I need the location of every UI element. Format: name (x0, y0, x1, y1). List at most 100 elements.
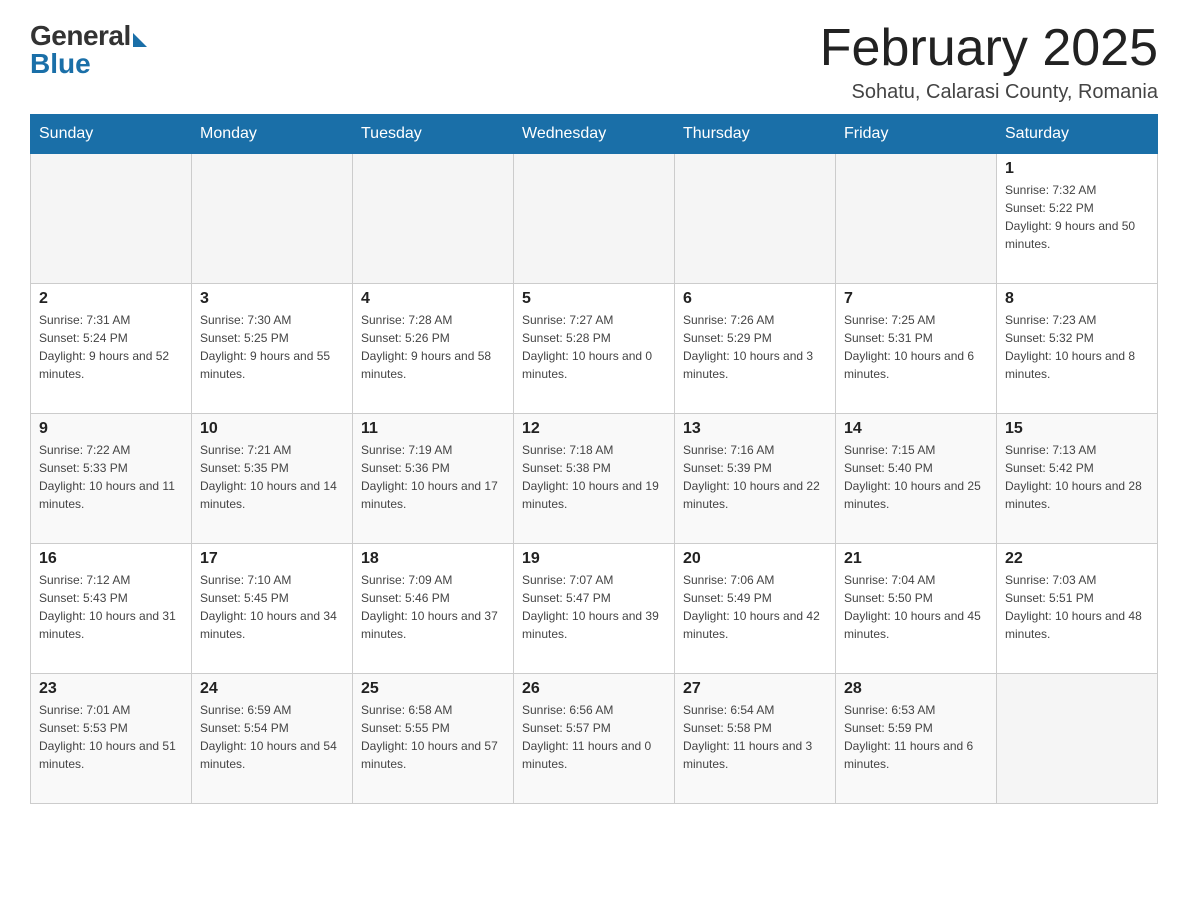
day-info: Sunrise: 7:18 AM Sunset: 5:38 PM Dayligh… (522, 441, 666, 513)
title-block: February 2025 Sohatu, Calarasi County, R… (820, 20, 1158, 104)
day-number: 1 (1005, 160, 1149, 178)
calendar-cell: 4Sunrise: 7:28 AM Sunset: 5:26 PM Daylig… (353, 284, 514, 414)
day-number: 27 (683, 680, 827, 698)
day-number: 7 (844, 290, 988, 308)
calendar-cell: 5 Sunrise: 7:27 AM Sunset: 5:28 PM Daylig… (514, 284, 675, 414)
calendar-cell (353, 154, 514, 284)
day-info: Sunrise: 7:07 AM Sunset: 5:47 PM Dayligh… (522, 571, 666, 643)
month-title: February 2025 (820, 20, 1158, 77)
calendar-header: SundayMondayTuesdayWednesdayThursdayFrid… (31, 115, 1158, 154)
day-info: Sunrise: 7:19 AM Sunset: 5:36 PM Dayligh… (361, 441, 505, 513)
day-info: Sunrise: 6:59 AM Sunset: 5:54 PM Dayligh… (200, 701, 344, 773)
weekday-header-saturday: Saturday (997, 115, 1158, 154)
calendar-cell: 19 Sunrise: 7:07 AM Sunset: 5:47 PM Dayli… (514, 544, 675, 674)
day-info: Sunrise: 7:21 AM Sunset: 5:35 PM Dayligh… (200, 441, 344, 513)
logo: General Blue (30, 20, 147, 80)
calendar-cell: 13 Sunrise: 7:16 AM Sunset: 5:39 PM Dayli… (675, 414, 836, 544)
calendar-cell: 16 Sunrise: 7:12 AM Sunset: 5:43 PM Dayli… (31, 544, 192, 674)
calendar-cell (192, 154, 353, 284)
location-title: Sohatu, Calarasi County, Romania (820, 81, 1158, 104)
day-number: 23 (39, 680, 183, 698)
day-number: 3 (200, 290, 344, 308)
day-number: 2 (39, 290, 183, 308)
day-number: 15 (1005, 420, 1149, 438)
calendar-week-5: 23 Sunrise: 7:01 AM Sunset: 5:53 PM Dayli… (31, 674, 1158, 804)
calendar-week-3: 9 Sunrise: 7:22 AM Sunset: 5:33 PM Daylig… (31, 414, 1158, 544)
calendar-cell (31, 154, 192, 284)
calendar-cell: 9 Sunrise: 7:22 AM Sunset: 5:33 PM Daylig… (31, 414, 192, 544)
day-number: 24 (200, 680, 344, 698)
calendar-cell: 2 Sunrise: 7:31 AM Sunset: 5:24 PM Daylig… (31, 284, 192, 414)
day-info: Sunrise: 7:26 AM Sunset: 5:29 PM Dayligh… (683, 311, 827, 383)
day-number: 6 (683, 290, 827, 308)
weekday-header-thursday: Thursday (675, 115, 836, 154)
day-info: Sunrise: 7:23 AM Sunset: 5:32 PM Dayligh… (1005, 311, 1149, 383)
calendar-cell: 11 Sunrise: 7:19 AM Sunset: 5:36 PM Dayli… (353, 414, 514, 544)
day-info: Sunrise: 7:06 AM Sunset: 5:49 PM Dayligh… (683, 571, 827, 643)
day-info: Sunrise: 7:03 AM Sunset: 5:51 PM Dayligh… (1005, 571, 1149, 643)
day-number: 4 (361, 290, 505, 308)
weekday-header-tuesday: Tuesday (353, 115, 514, 154)
calendar-table: SundayMondayTuesdayWednesdayThursdayFrid… (30, 114, 1158, 804)
calendar-cell: 21 Sunrise: 7:04 AM Sunset: 5:50 PM Dayli… (836, 544, 997, 674)
day-number: 18 (361, 550, 505, 568)
day-number: 20 (683, 550, 827, 568)
calendar-cell (514, 154, 675, 284)
day-info: Sunrise: 7:01 AM Sunset: 5:53 PM Dayligh… (39, 701, 183, 773)
day-info: Sunrise: 6:53 AM Sunset: 5:59 PM Dayligh… (844, 701, 988, 773)
calendar-cell (836, 154, 997, 284)
calendar-cell: 20 Sunrise: 7:06 AM Sunset: 5:49 PM Dayli… (675, 544, 836, 674)
weekday-header-sunday: Sunday (31, 115, 192, 154)
calendar-cell: 26 Sunrise: 6:56 AM Sunset: 5:57 PM Dayli… (514, 674, 675, 804)
day-info: Sunrise: 7:10 AM Sunset: 5:45 PM Dayligh… (200, 571, 344, 643)
day-info: Sunrise: 7:09 AM Sunset: 5:46 PM Dayligh… (361, 571, 505, 643)
calendar-cell: 15 Sunrise: 7:13 AM Sunset: 5:42 PM Dayli… (997, 414, 1158, 544)
day-number: 26 (522, 680, 666, 698)
day-info: Sunrise: 7:15 AM Sunset: 5:40 PM Dayligh… (844, 441, 988, 513)
calendar-cell: 12Sunrise: 7:18 AM Sunset: 5:38 PM Dayli… (514, 414, 675, 544)
calendar-cell (675, 154, 836, 284)
calendar-week-4: 16 Sunrise: 7:12 AM Sunset: 5:43 PM Dayli… (31, 544, 1158, 674)
day-info: Sunrise: 7:27 AM Sunset: 5:28 PM Dayligh… (522, 311, 666, 383)
day-number: 21 (844, 550, 988, 568)
calendar-cell: 10 Sunrise: 7:21 AM Sunset: 5:35 PM Dayli… (192, 414, 353, 544)
calendar-cell: 7 Sunrise: 7:25 AM Sunset: 5:31 PM Daylig… (836, 284, 997, 414)
day-number: 9 (39, 420, 183, 438)
day-info: Sunrise: 7:16 AM Sunset: 5:39 PM Dayligh… (683, 441, 827, 513)
weekday-header-row: SundayMondayTuesdayWednesdayThursdayFrid… (31, 115, 1158, 154)
day-number: 10 (200, 420, 344, 438)
calendar-cell: 3Sunrise: 7:30 AM Sunset: 5:25 PM Daylig… (192, 284, 353, 414)
logo-arrow-icon (133, 33, 147, 47)
calendar-cell: 24 Sunrise: 6:59 AM Sunset: 5:54 PM Dayli… (192, 674, 353, 804)
day-info: Sunrise: 7:12 AM Sunset: 5:43 PM Dayligh… (39, 571, 183, 643)
day-info: Sunrise: 7:13 AM Sunset: 5:42 PM Dayligh… (1005, 441, 1149, 513)
day-number: 19 (522, 550, 666, 568)
day-info: Sunrise: 6:58 AM Sunset: 5:55 PM Dayligh… (361, 701, 505, 773)
calendar-week-2: 2 Sunrise: 7:31 AM Sunset: 5:24 PM Daylig… (31, 284, 1158, 414)
day-info: Sunrise: 7:04 AM Sunset: 5:50 PM Dayligh… (844, 571, 988, 643)
calendar-cell: 1 Sunrise: 7:32 AM Sunset: 5:22 PM Daylig… (997, 154, 1158, 284)
day-number: 11 (361, 420, 505, 438)
day-info: Sunrise: 7:31 AM Sunset: 5:24 PM Dayligh… (39, 311, 183, 383)
day-number: 16 (39, 550, 183, 568)
day-number: 14 (844, 420, 988, 438)
day-number: 25 (361, 680, 505, 698)
day-number: 22 (1005, 550, 1149, 568)
day-number: 13 (683, 420, 827, 438)
calendar-cell: 25 Sunrise: 6:58 AM Sunset: 5:55 PM Dayli… (353, 674, 514, 804)
calendar-cell: 6 Sunrise: 7:26 AM Sunset: 5:29 PM Daylig… (675, 284, 836, 414)
day-number: 28 (844, 680, 988, 698)
day-info: Sunrise: 7:22 AM Sunset: 5:33 PM Dayligh… (39, 441, 183, 513)
day-info: Sunrise: 6:56 AM Sunset: 5:57 PM Dayligh… (522, 701, 666, 773)
calendar-cell (997, 674, 1158, 804)
calendar-cell: 8 Sunrise: 7:23 AM Sunset: 5:32 PM Daylig… (997, 284, 1158, 414)
day-number: 5 (522, 290, 666, 308)
day-info: Sunrise: 7:25 AM Sunset: 5:31 PM Dayligh… (844, 311, 988, 383)
day-info: Sunrise: 7:32 AM Sunset: 5:22 PM Dayligh… (1005, 181, 1149, 253)
calendar-cell: 22 Sunrise: 7:03 AM Sunset: 5:51 PM Dayli… (997, 544, 1158, 674)
calendar-cell: 28 Sunrise: 6:53 AM Sunset: 5:59 PM Dayli… (836, 674, 997, 804)
weekday-header-monday: Monday (192, 115, 353, 154)
calendar-cell: 18 Sunrise: 7:09 AM Sunset: 5:46 PM Dayli… (353, 544, 514, 674)
day-number: 8 (1005, 290, 1149, 308)
logo-blue-text: Blue (30, 48, 91, 80)
